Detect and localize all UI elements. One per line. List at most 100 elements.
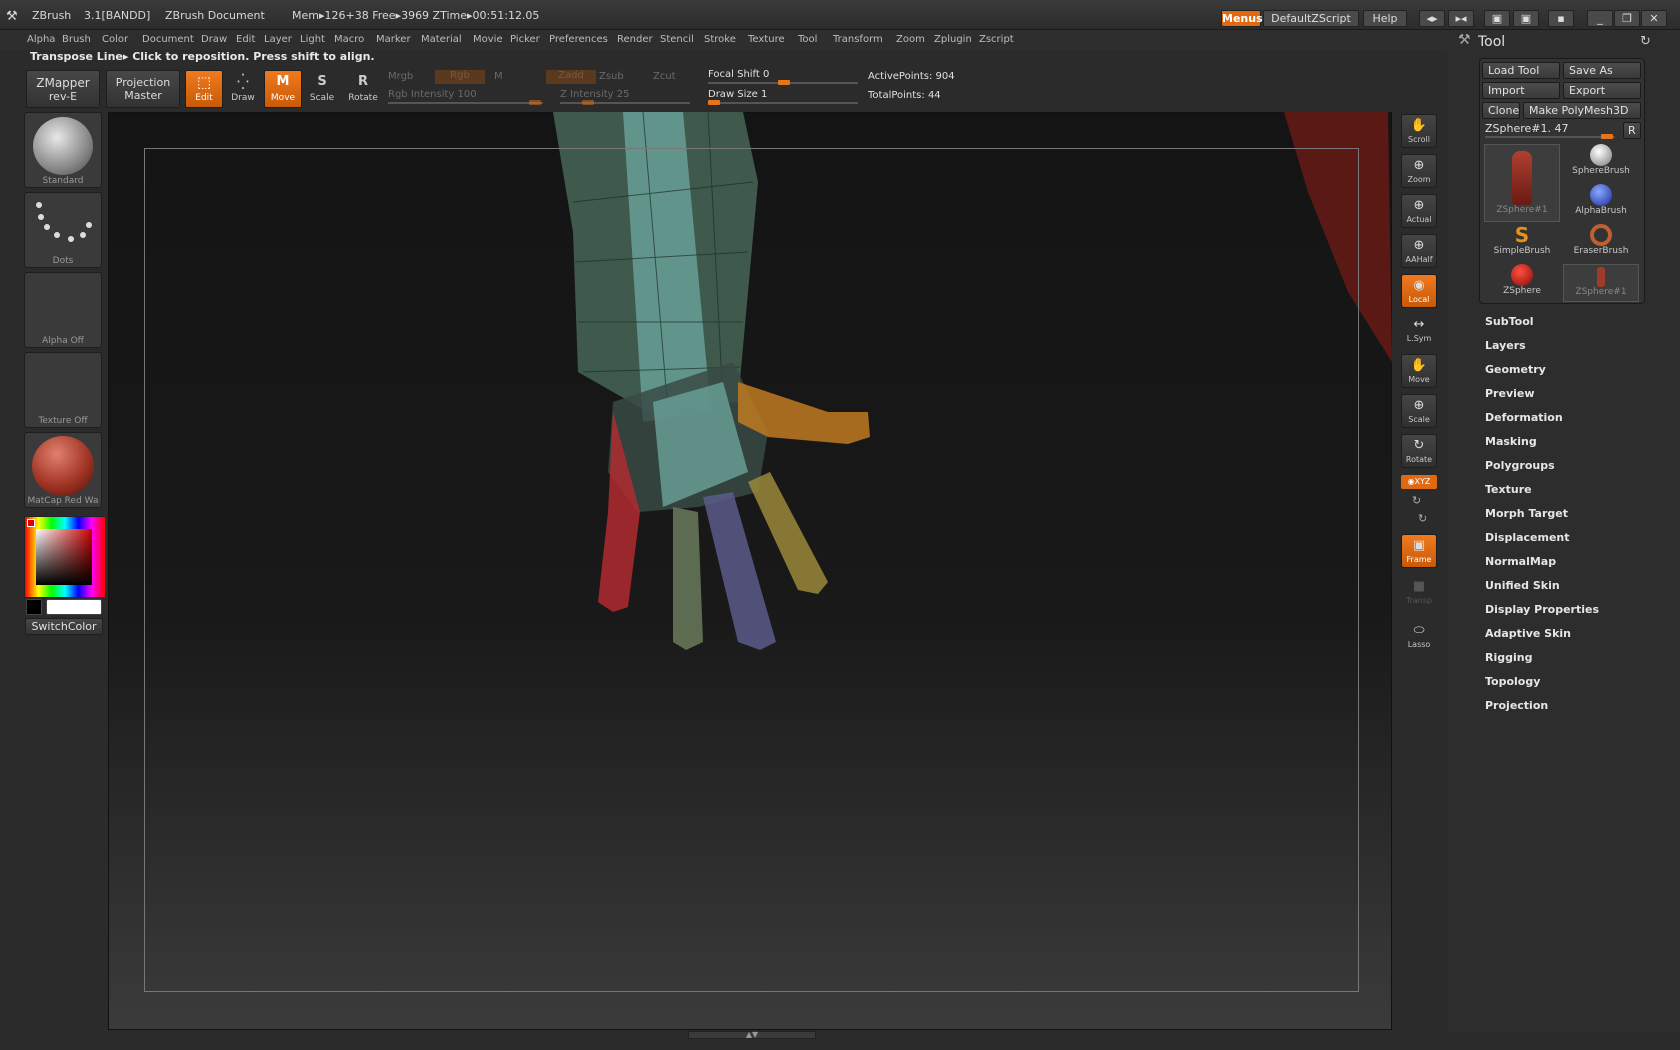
clone-button[interactable]: Clone xyxy=(1482,102,1520,119)
menu-movie[interactable]: Movie xyxy=(473,34,503,45)
menu-zoom[interactable]: Zoom xyxy=(896,34,925,45)
frame-button[interactable]: ▣ Frame xyxy=(1401,534,1437,568)
transp-button[interactable]: ■ Transp xyxy=(1401,576,1437,610)
z-intensity-slider[interactable] xyxy=(560,102,690,104)
m-toggle[interactable]: M xyxy=(494,71,503,82)
draw-mode-button[interactable]: ⁛ Draw xyxy=(224,71,262,109)
subpalette-layers[interactable]: Layers xyxy=(1485,339,1526,352)
secondary-color-swatch[interactable] xyxy=(26,599,42,615)
menu-marker[interactable]: Marker xyxy=(376,34,411,45)
tool-thumb-zsphere1-small[interactable]: ZSphere#1 xyxy=(1563,264,1639,302)
subpalette-texture[interactable]: Texture xyxy=(1485,483,1532,496)
menu-draw[interactable]: Draw xyxy=(201,34,227,45)
tool-thumb-simplebrush[interactable]: S SimpleBrush xyxy=(1484,224,1560,262)
shrink-tray-icon[interactable]: ◂▸ xyxy=(1419,10,1445,27)
menu-color[interactable]: Color xyxy=(102,34,128,45)
menu-brush[interactable]: Brush xyxy=(62,34,91,45)
mrgb-toggle[interactable]: Mrgb xyxy=(388,71,413,82)
bottom-tray-handle-icon[interactable]: ▲▼ xyxy=(688,1031,816,1039)
menu-stroke[interactable]: Stroke xyxy=(704,34,736,45)
rotate-z-icon[interactable]: ↻ xyxy=(1418,512,1427,525)
layout-right-icon[interactable]: ▣ xyxy=(1513,10,1539,27)
subpalette-normalmap[interactable]: NormalMap xyxy=(1485,555,1556,568)
subpalette-displacement[interactable]: Displacement xyxy=(1485,531,1570,544)
subpalette-deformation[interactable]: Deformation xyxy=(1485,411,1563,424)
load-tool-button[interactable]: Load Tool xyxy=(1482,62,1560,79)
subpalette-masking[interactable]: Masking xyxy=(1485,435,1537,448)
tool-slider[interactable] xyxy=(1485,136,1615,138)
subpalette-rigging[interactable]: Rigging xyxy=(1485,651,1532,664)
expand-tray-icon[interactable]: ▸◂ xyxy=(1448,10,1474,27)
palette-refresh-icon[interactable]: ↻ xyxy=(1640,34,1651,49)
tool-thumb-zsphere1[interactable]: ZSphere#1 xyxy=(1484,144,1560,222)
maximize-icon[interactable]: ❐ xyxy=(1614,10,1640,27)
z-intensity-knob[interactable] xyxy=(582,100,594,105)
save-as-button[interactable]: Save As xyxy=(1563,62,1641,79)
menu-alpha[interactable]: Alpha xyxy=(27,34,55,45)
lasso-button[interactable]: ⬭ Lasso xyxy=(1401,620,1437,654)
layout-left-icon[interactable]: ▣ xyxy=(1484,10,1510,27)
xyz-toggle-button[interactable]: ◉XYZ xyxy=(1401,475,1437,489)
tool-palette-title[interactable]: Tool xyxy=(1478,34,1505,50)
local-button[interactable]: ◉ Local xyxy=(1401,274,1437,308)
move-mode-button[interactable]: M Move xyxy=(264,70,302,108)
projection-master-button[interactable]: Projection Master xyxy=(106,70,180,108)
rotate-view-button[interactable]: ↻ Rotate xyxy=(1401,434,1437,468)
menu-edit[interactable]: Edit xyxy=(236,34,255,45)
actual-button[interactable]: ⊕ Actual xyxy=(1401,194,1437,228)
zsub-toggle[interactable]: Zsub xyxy=(599,71,624,82)
tool-slider-knob[interactable] xyxy=(1601,134,1613,139)
subpalette-topology[interactable]: Topology xyxy=(1485,675,1540,688)
menu-transform[interactable]: Transform xyxy=(833,34,883,45)
menus-button[interactable]: Menus xyxy=(1221,10,1263,27)
menu-stencil[interactable]: Stencil xyxy=(660,34,694,45)
tool-thumb-eraserbrush[interactable]: EraserBrush xyxy=(1563,224,1639,262)
brush-slot[interactable]: Standard xyxy=(24,112,102,188)
rgb-intensity-knob[interactable] xyxy=(529,100,541,105)
menu-zplugin[interactable]: Zplugin xyxy=(934,34,972,45)
import-button[interactable]: Import xyxy=(1482,82,1560,99)
move-view-button[interactable]: ✋ Move xyxy=(1401,354,1437,388)
draw-size-knob[interactable] xyxy=(708,100,720,105)
rgb-intensity-slider[interactable] xyxy=(388,102,543,104)
zcut-toggle[interactable]: Zcut xyxy=(653,71,676,82)
menu-zscript[interactable]: Zscript xyxy=(979,34,1014,45)
r-button[interactable]: R xyxy=(1623,122,1641,139)
menu-preferences[interactable]: Preferences xyxy=(549,34,608,45)
color-picker[interactable] xyxy=(24,516,105,598)
subpalette-polygroups[interactable]: Polygroups xyxy=(1485,459,1555,472)
subpalette-adaptive-skin[interactable]: Adaptive Skin xyxy=(1485,627,1571,640)
tool-thumb-zsphere[interactable]: ZSphere xyxy=(1484,264,1560,302)
menu-light[interactable]: Light xyxy=(300,34,325,45)
material-slot[interactable]: MatCap Red Wa xyxy=(24,432,102,508)
texture-slot[interactable]: Texture Off xyxy=(24,352,102,428)
menu-tool[interactable]: Tool xyxy=(798,34,817,45)
menu-picker[interactable]: Picker xyxy=(510,34,540,45)
help-button[interactable]: Help xyxy=(1363,10,1407,27)
minimize-icon[interactable]: _ xyxy=(1587,10,1613,27)
zmapper-button[interactable]: ZMapper rev-E xyxy=(26,70,100,108)
lock-icon[interactable]: ▪ xyxy=(1548,10,1574,27)
draw-size-slider[interactable] xyxy=(708,102,858,104)
zadd-toggle[interactable]: Zadd xyxy=(546,70,596,84)
stroke-slot[interactable]: Dots xyxy=(24,192,102,268)
menu-texture[interactable]: Texture xyxy=(748,34,785,45)
close-icon[interactable]: ✕ xyxy=(1641,10,1667,27)
lsym-button[interactable]: ↔ L.Sym xyxy=(1401,314,1437,348)
subpalette-projection[interactable]: Projection xyxy=(1485,699,1548,712)
export-button[interactable]: Export xyxy=(1563,82,1641,99)
menu-document[interactable]: Document xyxy=(142,34,194,45)
edit-mode-button[interactable]: ⬚ Edit xyxy=(185,70,223,108)
tool-thumb-spherebrush[interactable]: SphereBrush xyxy=(1563,144,1639,182)
switch-color-button[interactable]: SwitchColor xyxy=(25,618,103,635)
menu-material[interactable]: Material xyxy=(421,34,462,45)
make-polymesh-button[interactable]: Make PolyMesh3D xyxy=(1523,102,1641,119)
subpalette-display-properties[interactable]: Display Properties xyxy=(1485,603,1599,616)
rotate-y-icon[interactable]: ↻ xyxy=(1412,494,1421,507)
zoom-button[interactable]: ⊕ Zoom xyxy=(1401,154,1437,188)
aahalf-button[interactable]: ⊕ AAHalf xyxy=(1401,234,1437,268)
subpalette-unified-skin[interactable]: Unified Skin xyxy=(1485,579,1560,592)
rgb-toggle[interactable]: Rgb xyxy=(435,70,485,84)
scale-view-button[interactable]: ⊕ Scale xyxy=(1401,394,1437,428)
alpha-slot[interactable]: Alpha Off xyxy=(24,272,102,348)
